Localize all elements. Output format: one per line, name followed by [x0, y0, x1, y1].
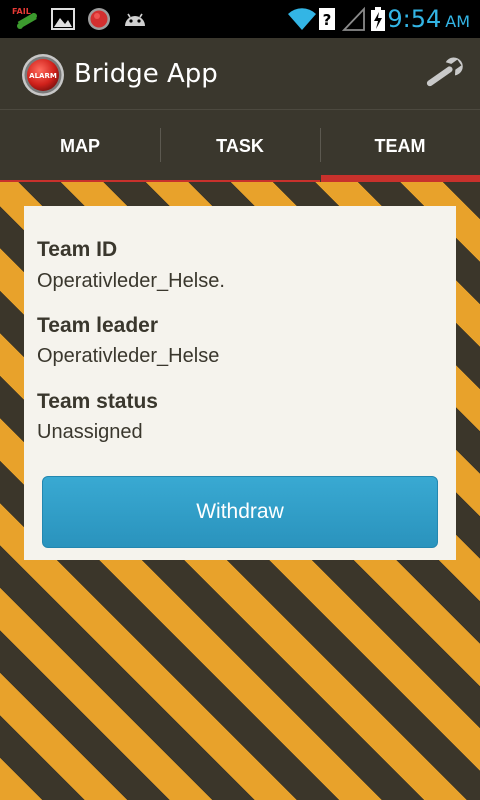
data-unknown-icon: ?: [319, 8, 335, 30]
tab-task[interactable]: TASK: [160, 110, 320, 182]
fail-notification-icon[interactable]: FAIL: [12, 6, 42, 32]
clock-ampm: AM: [445, 12, 470, 31]
team-status-label: Team status: [37, 390, 158, 413]
svg-text:?: ?: [323, 11, 332, 29]
settings-button[interactable]: [418, 52, 468, 96]
team-status-value: Unassigned: [37, 421, 143, 443]
battery-charging-icon: [371, 7, 385, 31]
wifi-icon: [288, 8, 316, 30]
screen: FAIL ? 9:54 AM ALARM Bridge App MAP TASK…: [0, 0, 480, 800]
team-id-label: Team ID: [37, 238, 118, 261]
action-bar: ALARM Bridge App: [0, 38, 480, 110]
svg-text:FAIL: FAIL: [12, 7, 31, 16]
clock-time: 9:54: [387, 5, 442, 33]
withdraw-button[interactable]: Withdraw: [42, 476, 438, 548]
team-leader-value: Operativleder_Helse: [37, 345, 220, 367]
tab-map[interactable]: MAP: [0, 110, 160, 182]
signal-icon: [342, 6, 365, 31]
tab-selected-indicator: [321, 175, 480, 182]
svg-text:ALARM: ALARM: [29, 72, 57, 80]
team-info-card: Team ID Operativleder_Helse. Team leader…: [24, 206, 456, 560]
status-clock: 9:54 AM: [387, 4, 470, 37]
team-id-value: Operativleder_Helse.: [37, 270, 225, 292]
app-logo-alarm-icon[interactable]: ALARM: [21, 53, 65, 97]
wrench-icon: [426, 57, 463, 87]
hazard-background: Team ID Operativleder_Helse. Team leader…: [0, 182, 480, 800]
tab-team[interactable]: TEAM: [320, 110, 480, 182]
app-title: Bridge App: [74, 59, 218, 89]
image-icon[interactable]: [50, 6, 76, 32]
tab-bar: MAP TASK TEAM: [0, 110, 480, 182]
status-bar: FAIL ? 9:54 AM: [0, 0, 480, 38]
alarm-icon[interactable]: [86, 6, 112, 32]
android-debug-icon[interactable]: [121, 6, 149, 32]
team-leader-label: Team leader: [37, 314, 159, 337]
